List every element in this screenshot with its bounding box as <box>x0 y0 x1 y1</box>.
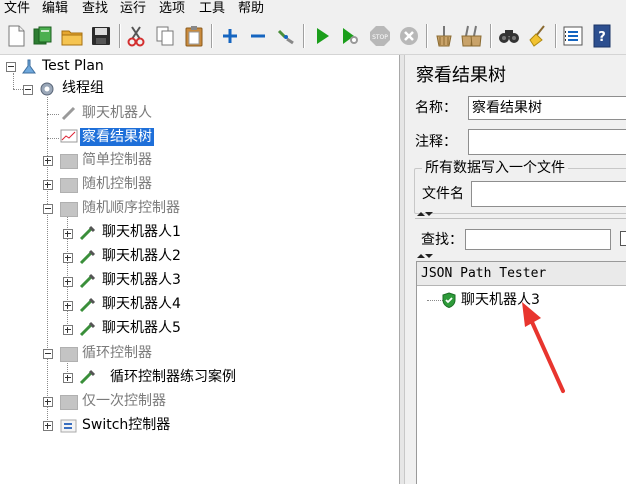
expand-up-icon[interactable] <box>417 254 425 258</box>
results-tree: JSON Path Tester 聊天机器人3 <box>416 261 626 484</box>
result-item-sampler-3[interactable]: 聊天机器人3 <box>461 291 540 309</box>
controller-disabled-icon <box>60 202 78 217</box>
reset-search-icon[interactable] <box>525 23 551 49</box>
tree-node-loop-case[interactable]: 循环控制器练习案例 <box>110 368 236 386</box>
menu-help[interactable]: 帮助 <box>238 0 264 18</box>
tree-expander[interactable] <box>63 277 73 287</box>
start-no-pause-icon[interactable] <box>337 23 363 49</box>
tree-expander[interactable] <box>43 180 53 190</box>
tree-node-sampler-5[interactable]: 聊天机器人5 <box>102 319 181 337</box>
paste-icon[interactable] <box>181 23 207 49</box>
collapse-icon[interactable] <box>245 23 271 49</box>
cut-icon[interactable] <box>123 23 149 49</box>
comment-field[interactable] <box>468 129 626 155</box>
controller-disabled-icon <box>60 395 78 410</box>
panel-title: 察看结果树 <box>416 65 506 86</box>
tree-node-sampler-4[interactable]: 聊天机器人4 <box>102 295 181 313</box>
tree-expander[interactable] <box>43 156 53 166</box>
test-plan-tree: Test Plan 线程组 聊天机器人 察看结果树 简单控制器 随机控制器 随机… <box>0 55 400 484</box>
tree-node-random-order-controller[interactable]: 随机顺序控制器 <box>82 199 180 217</box>
tree-node-sampler-1[interactable]: 聊天机器人1 <box>102 223 181 241</box>
menu-search[interactable]: 查找 <box>82 0 108 18</box>
tree-node-thread-group[interactable]: 线程组 <box>62 79 104 97</box>
expand-down-icon[interactable] <box>425 254 433 258</box>
menu-tools[interactable]: 工具 <box>199 0 225 18</box>
tree-node-test-plan[interactable]: Test Plan <box>42 57 104 75</box>
new-icon[interactable] <box>3 23 29 49</box>
menu-options[interactable]: 选项 <box>159 0 185 18</box>
tree-node-sampler-3[interactable]: 聊天机器人3 <box>102 271 181 289</box>
renderer-header[interactable]: JSON Path Tester <box>417 262 626 286</box>
menu-file[interactable]: 文件 <box>4 0 30 18</box>
tree-expander[interactable] <box>23 85 33 95</box>
write-to-file-legend: 所有数据写入一个文件 <box>422 160 568 176</box>
case-sensitive-checkbox[interactable] <box>620 231 626 246</box>
tree-expander[interactable] <box>6 62 16 72</box>
toggle-icon[interactable] <box>273 23 299 49</box>
sampler-pipette-icon <box>79 369 96 385</box>
sampler-disabled-icon <box>61 106 76 121</box>
sampler-pipette-icon <box>79 297 96 313</box>
open-icon[interactable] <box>59 23 85 49</box>
controller-disabled-icon <box>60 347 78 362</box>
tree-node-random-controller[interactable]: 随机控制器 <box>82 175 152 193</box>
tree-node-once-only-controller[interactable]: 仅一次控制器 <box>82 392 166 410</box>
expand-up-icon[interactable] <box>417 212 425 216</box>
search-label: 查找： <box>421 232 463 248</box>
search-icon[interactable] <box>496 23 522 49</box>
tree-expander[interactable] <box>43 349 53 359</box>
success-shield-icon <box>442 292 456 308</box>
toolbar: STOP ? <box>0 18 626 55</box>
tree-expander[interactable] <box>63 253 73 263</box>
save-icon[interactable] <box>88 23 114 49</box>
tree-expander[interactable] <box>63 373 73 383</box>
function-helper-icon[interactable] <box>560 23 586 49</box>
shutdown-icon[interactable] <box>396 23 422 49</box>
controller-disabled-icon <box>60 154 78 169</box>
svg-text:?: ? <box>598 30 606 45</box>
svg-text:STOP: STOP <box>372 34 388 41</box>
menu-run[interactable]: 运行 <box>120 0 146 18</box>
sampler-pipette-icon <box>79 273 96 289</box>
tree-node-simple-controller[interactable]: 简单控制器 <box>82 151 152 169</box>
expand-down-icon[interactable] <box>425 212 433 216</box>
tree-node-sampler-2[interactable]: 聊天机器人2 <box>102 247 181 265</box>
stop-icon[interactable]: STOP <box>367 23 393 49</box>
controller-disabled-icon <box>60 178 78 193</box>
test-plan-icon <box>22 59 36 74</box>
tree-expander[interactable] <box>63 229 73 239</box>
sampler-pipette-icon <box>79 249 96 265</box>
search-field[interactable] <box>465 229 611 250</box>
tree-expander[interactable] <box>63 325 73 335</box>
tree-expander[interactable] <box>63 301 73 311</box>
switch-controller-icon <box>60 419 77 433</box>
clear-all-icon[interactable] <box>459 23 485 49</box>
filename-field[interactable] <box>471 181 626 207</box>
tree-expander[interactable] <box>43 204 53 214</box>
listener-graph-icon <box>60 129 78 143</box>
gear-icon <box>40 82 54 96</box>
expand-icon[interactable] <box>217 23 243 49</box>
sampler-pipette-icon <box>79 321 96 337</box>
tree-expander[interactable] <box>43 421 53 431</box>
tree-node-view-results-tree[interactable]: 察看结果树 <box>80 128 154 146</box>
tree-node-chat-robot[interactable]: 聊天机器人 <box>82 104 152 122</box>
copy-icon[interactable] <box>152 23 178 49</box>
name-field[interactable]: 察看结果树 <box>468 96 626 120</box>
sampler-pipette-icon <box>79 225 96 241</box>
tree-node-switch-controller[interactable]: Switch控制器 <box>82 416 170 434</box>
comment-label: 注释： <box>415 134 457 150</box>
name-label: 名称： <box>415 100 457 116</box>
start-icon[interactable] <box>309 23 335 49</box>
menu-bar: 文件 编辑 查找 运行 选项 工具 帮助 <box>0 0 626 18</box>
clear-icon[interactable] <box>431 23 457 49</box>
filename-label: 文件名 <box>422 186 464 202</box>
help-icon[interactable]: ? <box>589 23 615 49</box>
view-results-tree-panel: 察看结果树 名称： 察看结果树 注释： 所有数据写入一个文件 文件名 查找： J… <box>405 55 626 484</box>
tree-node-loop-controller[interactable]: 循环控制器 <box>82 344 152 362</box>
menu-edit[interactable]: 编辑 <box>42 0 68 18</box>
templates-icon[interactable] <box>30 23 56 49</box>
tree-expander[interactable] <box>43 397 53 407</box>
